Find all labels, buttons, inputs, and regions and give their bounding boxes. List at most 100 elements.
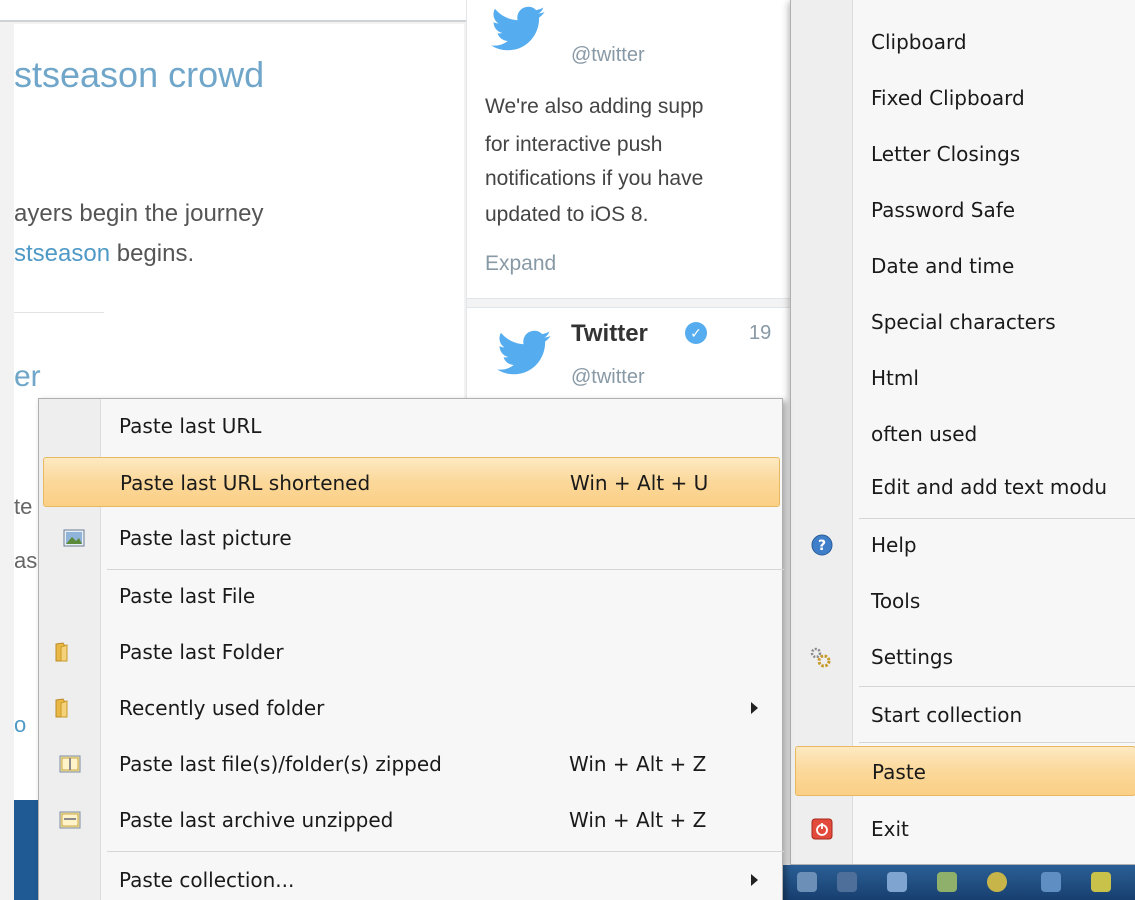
article-text-line: ayers begin the journey <box>14 200 264 227</box>
tray-app-icon[interactable] <box>1091 872 1111 892</box>
menu-item-label: Date and time <box>871 254 1015 278</box>
tray-context-menu: Clipboard Fixed Clipboard Letter Closing… <box>790 0 1135 865</box>
twitter-bird-icon <box>497 330 551 375</box>
menu-item-label: Clipboard <box>871 30 967 54</box>
menu-item-label: Start collection <box>871 703 1023 727</box>
menu-item-label: Letter Closings <box>871 142 1021 166</box>
tray-app-icon[interactable] <box>887 872 907 892</box>
submenu-arrow-icon <box>751 874 758 886</box>
article-link-fragment[interactable]: o <box>14 712 26 738</box>
tweet-handle[interactable]: @twitter <box>571 366 645 389</box>
menu-item-label: Exit <box>871 817 909 841</box>
menu-item-label: Paste last URL <box>119 414 262 438</box>
menu-item-label: Paste last URL shortened <box>120 471 371 495</box>
menu-item-html[interactable]: Html <box>859 353 1135 403</box>
menu-item-paste-collection[interactable]: Paste collection... <box>39 855 784 900</box>
menu-item-help[interactable]: ? Help <box>791 520 1135 570</box>
menu-item-special-characters[interactable]: Special characters <box>859 297 1135 347</box>
tweet-handle[interactable]: @twitter <box>571 44 645 67</box>
menu-item-paste[interactable]: Paste <box>795 746 1135 796</box>
tray-app-icon[interactable] <box>937 872 957 892</box>
menu-item-label: Help <box>871 533 917 557</box>
menu-item-paste-last-url[interactable]: Paste last URL <box>39 401 784 451</box>
menu-item-recently-used-folder[interactable]: Recently used folder <box>39 683 784 733</box>
menu-separator <box>859 742 1135 743</box>
menu-item-letter-closings[interactable]: Letter Closings <box>859 129 1135 179</box>
tweet-author-name[interactable]: Twitter <box>571 320 648 348</box>
menu-item-label: Fixed Clipboard <box>871 86 1025 110</box>
settings-gears-icon <box>810 647 831 668</box>
picture-icon <box>63 529 85 547</box>
menu-item-paste-unzipped[interactable]: Paste last archive unzipped Win + Alt + … <box>39 795 784 845</box>
menu-item-edit-text-modules[interactable]: Edit and add text modu <box>859 462 1135 512</box>
menu-item-tools[interactable]: Tools <box>859 576 1135 626</box>
tweet-body-line: updated to iOS 8. <box>485 203 649 226</box>
zip-icon <box>59 755 81 773</box>
menu-item-label: Paste last picture <box>119 526 292 550</box>
menu-item-label: often used <box>871 422 978 446</box>
menu-item-label: Paste <box>872 760 926 784</box>
menu-item-label: Settings <box>871 645 954 669</box>
folder-icon <box>55 642 68 662</box>
menu-item-start-collection[interactable]: Start collection <box>859 690 1135 740</box>
menu-item-label: Tools <box>871 589 921 613</box>
tweet-body-line: for interactive push <box>485 133 663 156</box>
menu-item-often-used[interactable]: often used <box>859 409 1135 459</box>
menu-item-fixed-clipboard[interactable]: Fixed Clipboard <box>859 73 1135 123</box>
menu-item-paste-last-url-shortened[interactable]: Paste last URL shortened Win + Alt + U <box>43 457 780 507</box>
folder-icon <box>55 698 68 718</box>
menu-item-label: Paste last File <box>119 584 256 608</box>
tray-app-icon[interactable] <box>1041 872 1061 892</box>
menu-item-label: Html <box>871 366 919 390</box>
tray-app-icon[interactable] <box>987 872 1007 892</box>
keyboard-shortcut: Win + Alt + Z <box>569 808 707 832</box>
submenu-arrow-icon <box>751 702 758 714</box>
menu-icon-gutter <box>791 0 853 864</box>
tweet-body-line: We're also adding supp <box>485 95 704 118</box>
menu-item-label: Paste collection... <box>119 868 295 892</box>
tray-app-icon[interactable] <box>797 872 817 892</box>
article-link[interactable]: stseason <box>14 240 110 267</box>
article-text-fragment: as <box>14 548 38 573</box>
tweet-body-line: notifications if you have <box>485 167 704 190</box>
menu-item-clipboard[interactable]: Clipboard <box>859 17 1135 67</box>
keyboard-shortcut: Win + Alt + U <box>570 471 709 495</box>
menu-item-date-and-time[interactable]: Date and time <box>859 241 1135 291</box>
menu-item-paste-last-folder[interactable]: Paste last Folder <box>39 627 784 677</box>
menu-item-label: Special characters <box>871 310 1056 334</box>
article-heading[interactable]: er <box>14 360 41 394</box>
menu-item-label: Paste last Folder <box>119 640 284 664</box>
menu-item-label: Recently used folder <box>119 696 325 720</box>
tweet-divider <box>467 298 792 308</box>
power-icon <box>811 818 833 840</box>
menu-item-paste-zipped[interactable]: Paste last file(s)/folder(s) zipped Win … <box>39 739 784 789</box>
menu-item-settings[interactable]: Settings <box>791 632 1135 682</box>
divider <box>14 312 104 313</box>
menu-item-paste-last-file[interactable]: Paste last File <box>39 571 784 621</box>
menu-item-password-safe[interactable]: Password Safe <box>859 185 1135 235</box>
menu-item-paste-last-picture[interactable]: Paste last picture <box>39 513 784 563</box>
menu-separator <box>107 851 784 852</box>
menu-item-exit[interactable]: Exit <box>791 804 1135 854</box>
unzip-icon <box>59 811 81 829</box>
article-text-line: stseason begins. <box>14 240 194 268</box>
menu-item-label: Edit and add text modu <box>871 475 1107 499</box>
tweet-expand-link[interactable]: Expand <box>485 252 556 276</box>
windows-taskbar <box>783 865 1135 900</box>
paste-submenu: Paste last URL Paste last URL shortened … <box>38 398 784 900</box>
twitter-bird-icon <box>491 6 545 51</box>
keyboard-shortcut: Win + Alt + Z <box>569 752 707 776</box>
menu-separator <box>859 686 1135 687</box>
tray-app-icon[interactable] <box>837 872 857 892</box>
help-icon: ? <box>811 534 833 556</box>
menu-item-label: Paste last archive unzipped <box>119 808 394 832</box>
svg-text:?: ? <box>818 538 826 554</box>
menu-separator <box>107 569 784 570</box>
menu-item-label: Password Safe <box>871 198 1016 222</box>
tweet-timestamp[interactable]: 19 <box>749 322 771 345</box>
menu-item-label: Paste last file(s)/folder(s) zipped <box>119 752 442 776</box>
menu-separator <box>859 518 1135 519</box>
article-title[interactable]: stseason crowd <box>14 54 264 96</box>
article-text: begins. <box>110 240 195 267</box>
verified-badge-icon: ✓ <box>685 322 707 344</box>
